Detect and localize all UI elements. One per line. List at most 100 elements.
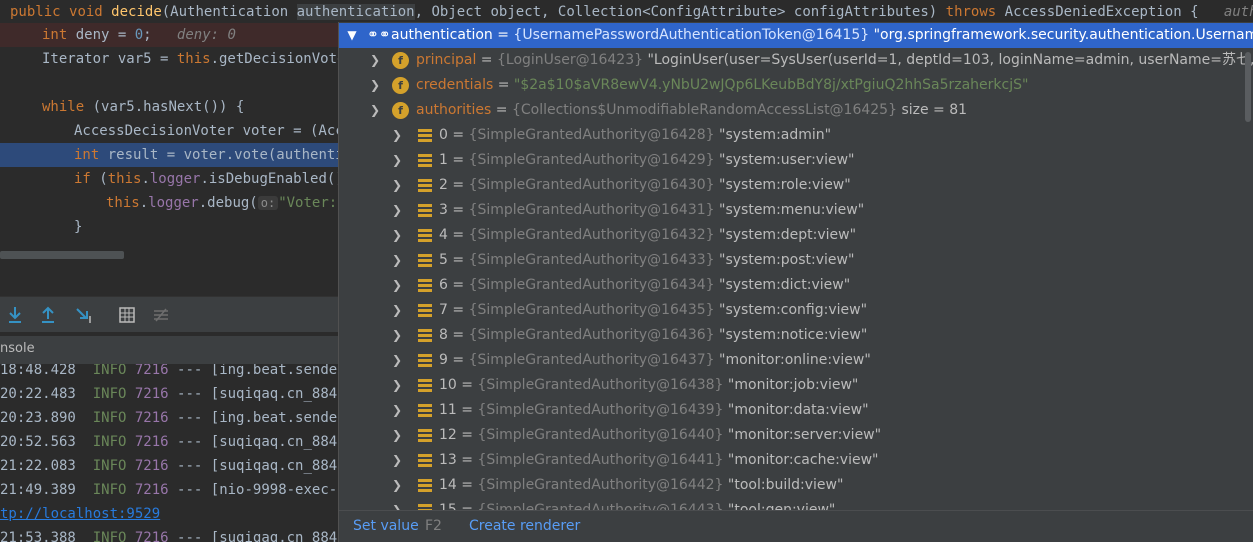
var-value: "monitor:cache:view" — [727, 452, 879, 468]
tree-node-authority-item[interactable]: ❯ 2 = {SimpleGrantedAuthority@16430} "sys… — [339, 173, 1253, 198]
localhost-link[interactable]: tp://localhost:9529 — [0, 506, 160, 522]
tree-node-authority-item[interactable]: ❯ 3 = {SimpleGrantedAuthority@16431} "sys… — [339, 198, 1253, 223]
chevron-right-icon[interactable]: ❯ — [390, 123, 404, 148]
chevron-right-icon[interactable]: ❯ — [390, 198, 404, 223]
tree-node-authority-item[interactable]: ❯ 4 = {SimpleGrantedAuthority@16432} "sys… — [339, 223, 1253, 248]
step-out-icon[interactable] — [38, 305, 58, 325]
list-item-icon — [418, 254, 432, 267]
tree-node-authorities[interactable]: ❯ f authorities = {Collections$Unmodifia… — [339, 98, 1253, 123]
equals: = — [456, 402, 478, 418]
vertical-scrollbar[interactable] — [1245, 52, 1251, 122]
debug-rest: .debug( — [198, 195, 258, 211]
chevron-right-icon[interactable]: ❯ — [390, 248, 404, 273]
log-level: INFO — [92, 434, 127, 450]
var-type: {Collections$UnmodifiableRandomAccessLis… — [511, 102, 898, 118]
equals: = — [447, 177, 469, 193]
close-brace: } — [74, 219, 83, 235]
tree-node-authority-item[interactable]: ❯ 13 = {SimpleGrantedAuthority@16441} "mo… — [339, 448, 1253, 473]
tree-node-authority-item[interactable]: ❯ 12 = {SimpleGrantedAuthority@16440} "mo… — [339, 423, 1253, 448]
inline-value-hint: authenticati — [1223, 4, 1253, 20]
tree-node-authority-item[interactable]: ❯ 11 = {SimpleGrantedAuthority@16439} "mo… — [339, 398, 1253, 423]
step-into-icon[interactable] — [5, 305, 25, 325]
tree-node-authority-item[interactable]: ❯ 9 = {SimpleGrantedAuthority@16437} "mon… — [339, 348, 1253, 373]
var-value: "tool:gen:view" — [727, 502, 836, 510]
log-line: 18:48.428 INFO 7216 --- [ing.beat.sender… — [0, 364, 338, 382]
tree-node-authority-item[interactable]: ❯ 8 = {SimpleGrantedAuthority@16436} "sys… — [339, 323, 1253, 348]
watch-glasses-icon: ⚭⚭ — [367, 27, 391, 43]
chevron-right-icon[interactable]: ❯ — [390, 173, 404, 198]
tree-node-authority-item[interactable]: ❯ 6 = {SimpleGrantedAuthority@16434} "sys… — [339, 273, 1253, 298]
chevron-right-icon[interactable]: ❯ — [390, 498, 404, 510]
tree-node-authority-item[interactable]: ❯ 10 = {SimpleGrantedAuthority@16438} "mo… — [339, 373, 1253, 398]
list-item-icon — [418, 454, 432, 467]
equals: = — [447, 127, 469, 143]
chevron-right-icon[interactable]: ❯ — [390, 298, 404, 323]
list-item-icon — [418, 279, 432, 292]
equals: = — [447, 327, 469, 343]
set-value-shortcut: F2 — [425, 518, 442, 534]
list-item-icon — [418, 354, 432, 367]
chevron-right-icon[interactable]: ❯ — [390, 273, 404, 298]
run-to-cursor-icon[interactable] — [74, 305, 94, 325]
log-level: INFO — [92, 386, 127, 402]
chevron-right-icon[interactable]: ❯ — [390, 448, 404, 473]
chevron-right-icon[interactable]: ❯ — [390, 323, 404, 348]
debug-toolbar — [0, 296, 338, 332]
equals: = — [456, 452, 478, 468]
trace-icon[interactable] — [151, 305, 171, 325]
create-renderer-link[interactable]: Create renderer — [469, 518, 580, 534]
chevron-right-icon[interactable]: ❯ — [368, 48, 382, 73]
var-type: {LoginUser@16423} — [497, 52, 644, 68]
item-index: 15 — [439, 502, 457, 510]
chevron-right-icon[interactable]: ❯ — [368, 73, 382, 98]
chevron-right-icon[interactable]: ❯ — [390, 223, 404, 248]
tree-node-authority-item[interactable]: ❯ 15 = {SimpleGrantedAuthority@16443} "to… — [339, 498, 1253, 510]
tree-node-authority-item[interactable]: ❯ 5 = {SimpleGrantedAuthority@16433} "sys… — [339, 248, 1253, 273]
tree-node-authority-item[interactable]: ❯ 0 = {SimpleGrantedAuthority@16428} "sys… — [339, 123, 1253, 148]
keyword-void: void — [69, 4, 103, 20]
chevron-right-icon[interactable]: ❯ — [390, 348, 404, 373]
chevron-right-icon[interactable]: ❯ — [390, 373, 404, 398]
variable-inspector-popup[interactable]: ▼ ⚭⚭ authentication = {UsernamePasswordA… — [338, 22, 1253, 542]
item-index: 9 — [439, 352, 448, 368]
equals: = — [456, 502, 478, 510]
tree-node-authority-item[interactable]: ❯ 7 = {SimpleGrantedAuthority@16435} "sys… — [339, 298, 1253, 323]
chevron-right-icon[interactable]: ❯ — [390, 148, 404, 173]
chevron-right-icon[interactable]: ❯ — [390, 398, 404, 423]
log-level: INFO — [92, 410, 127, 426]
console-output[interactable]: 18:48.428 INFO 7216 --- [ing.beat.sender… — [0, 364, 338, 542]
var-type: {UsernamePasswordAuthenticationToken@164… — [513, 27, 870, 43]
chevron-down-icon[interactable]: ❯ — [368, 98, 382, 123]
tree-node-authority-item[interactable]: ❯ 1 = {SimpleGrantedAuthority@16429} "sys… — [339, 148, 1253, 173]
chevron-right-icon[interactable]: ❯ — [390, 423, 404, 448]
method-signature-line: public void decide(Authentication authen… — [10, 0, 1253, 24]
log-line: 21:22.083 INFO 7216 --- [suqiqaq.cn_8848… — [0, 454, 338, 478]
signature-exception: AccessDeniedException { — [996, 4, 1199, 20]
keyword-throws: throws — [945, 4, 997, 20]
variable-tree[interactable]: ▼ ⚭⚭ authentication = {UsernamePasswordA… — [339, 22, 1253, 510]
var-value: "system:post:view" — [719, 252, 855, 268]
chevron-right-icon[interactable]: ❯ — [390, 473, 404, 498]
var-value: "$2a$10$aVR8ewV4.yNbU2wJQp6LKeubBdY8j/xt… — [513, 77, 1029, 93]
chevron-down-icon[interactable]: ▼ — [345, 23, 359, 48]
tree-node-authority-item[interactable]: ❯ 14 = {SimpleGrantedAuthority@16442} "to… — [339, 473, 1253, 498]
item-index: 5 — [439, 252, 448, 268]
keyword-this: this — [107, 171, 142, 187]
console-tab[interactable]: nsole — [0, 336, 338, 364]
log-level: INFO — [92, 458, 127, 474]
var-name: principal — [416, 52, 477, 68]
set-value-link[interactable]: Set value — [353, 518, 419, 534]
horizontal-scrollbar[interactable] — [0, 251, 124, 259]
tree-node-authentication[interactable]: ▼ ⚭⚭ authentication = {UsernamePasswordA… — [339, 23, 1253, 48]
tree-node-principal[interactable]: ❯ f principal = {LoginUser@16423} "Login… — [339, 48, 1253, 73]
equals: = — [456, 427, 478, 443]
var-value: "monitor:data:view" — [727, 402, 869, 418]
log-line: 21:49.389 INFO 7216 --- [nio-9998-exec-9… — [0, 478, 338, 502]
list-item-icon — [418, 304, 432, 317]
tree-node-credentials[interactable]: ❯ f credentials = "$2a$10$aVR8ewV4.yNbU2… — [339, 73, 1253, 98]
var-type: {SimpleGrantedAuthority@16435} — [468, 302, 715, 318]
list-item-icon — [418, 379, 432, 392]
evaluate-icon[interactable] — [117, 305, 137, 325]
item-index: 0 — [439, 127, 448, 143]
debug-string: "Voter: — [278, 195, 338, 211]
